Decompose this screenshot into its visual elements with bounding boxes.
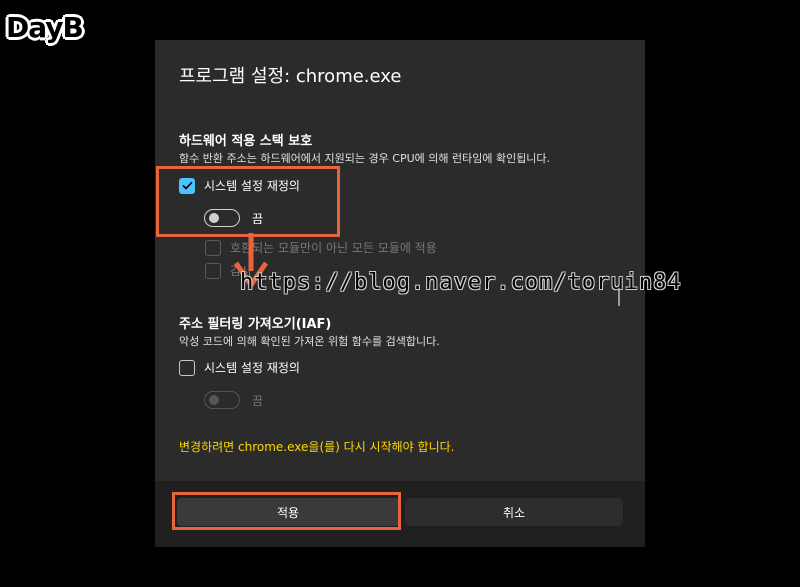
dayb-logo: DayB (6, 11, 84, 44)
blog-watermark: https://blog.naver.com/toruin84 (240, 270, 682, 295)
toggle-knob (209, 213, 219, 223)
dialog-title: 프로그램 설정: chrome.exe (179, 66, 402, 87)
toggle-row-1: 끔 (204, 209, 263, 227)
import-address-filtering-toggle[interactable] (204, 391, 240, 409)
apply-button[interactable]: 적용 (177, 498, 399, 526)
override-system-settings-checkbox-1[interactable]: 시스템 설정 재정의 (179, 177, 300, 194)
override-label-2: 시스템 설정 재정의 (204, 361, 300, 375)
checkbox-unchecked[interactable] (179, 359, 195, 376)
override-label-1: 시스템 설정 재정의 (204, 179, 300, 193)
checkbox-disabled[interactable] (205, 262, 221, 279)
section-description-import-address-filtering: 악성 코드에 의해 확인된 가져온 위험 함수를 검색합니다. (179, 335, 440, 348)
override-system-settings-checkbox-2[interactable]: 시스템 설정 재정의 (179, 359, 300, 376)
section-description-hardware-stack-protection: 함수 반환 주소는 하드웨어에서 지원되는 경우 CPU에 의해 런타임에 확인… (179, 152, 551, 165)
toggle-state-label-2: 끔 (252, 393, 264, 408)
section-title-hardware-stack-protection: 하드웨어 적용 스택 보호 (179, 134, 313, 149)
checkmark-icon (181, 181, 193, 190)
restart-required-note: 변경하려면 chrome.exe을(를) 다시 시작해야 합니다. (179, 440, 455, 454)
checkbox-checked[interactable] (179, 177, 195, 194)
toggle-knob (209, 395, 219, 405)
toggle-state-label-1: 끔 (252, 211, 264, 226)
toggle-row-2: 끔 (204, 391, 263, 409)
cancel-button[interactable]: 취소 (405, 498, 623, 526)
checkbox-disabled[interactable] (205, 239, 221, 256)
hardware-stack-protection-toggle[interactable] (204, 209, 240, 227)
section-title-import-address-filtering: 주소 필터링 가져오기(IAF) (179, 317, 332, 332)
